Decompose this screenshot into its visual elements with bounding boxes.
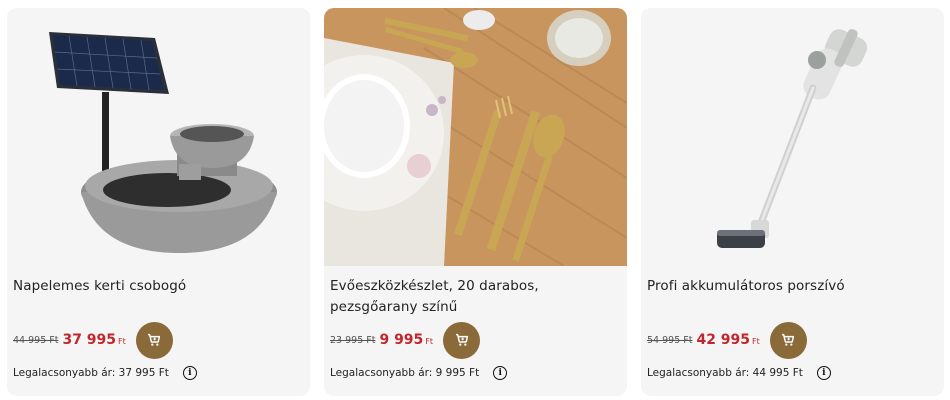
product-title[interactable]: Profi akkumulátoros porszívó — [647, 276, 937, 297]
cart-icon — [455, 333, 468, 346]
lowest-price-text: Legalacsonyabb ár: 9 995 Ft — [330, 367, 480, 379]
currency: Ft — [118, 337, 126, 346]
product-card[interactable]: Evőeszközkészlet, 20 darabos, pezsgőaran… — [324, 8, 627, 396]
sale-price-value: 42 995 — [696, 332, 751, 348]
cutlery-set-image — [324, 8, 627, 266]
sale-price: 42 995 Ft — [696, 332, 759, 348]
info-icon[interactable]: i — [816, 366, 831, 380]
old-price: 23 995 Ft — [330, 334, 376, 346]
price-row: 54 995 Ft 42 995 Ft — [647, 321, 807, 359]
lowest-price-note: Legalacsonyabb ár: 37 995 Ft i — [13, 366, 197, 380]
product-image[interactable] — [641, 8, 944, 266]
currency: Ft — [752, 337, 760, 346]
info-icon[interactable]: i — [182, 366, 197, 380]
info-icon[interactable]: i — [493, 366, 508, 380]
lowest-price-text: Legalacsonyabb ár: 37 995 Ft — [13, 367, 169, 379]
product-image[interactable] — [7, 8, 310, 266]
product-title[interactable]: Evőeszközkészlet, 20 darabos, pezsgőaran… — [330, 276, 620, 318]
product-image[interactable] — [324, 8, 627, 266]
lowest-price-note: Legalacsonyabb ár: 44 995 Ft i — [647, 366, 831, 380]
sale-price: 9 995 Ft — [379, 332, 433, 348]
old-price: 44 995 Ft — [13, 334, 59, 346]
cart-icon — [148, 333, 161, 346]
stick-vacuum-image — [641, 8, 944, 266]
lowest-price-text: Legalacsonyabb ár: 44 995 Ft — [647, 367, 803, 379]
product-card[interactable]: Napelemes kerti csobogó 44 995 Ft 37 995… — [7, 8, 310, 396]
product-card[interactable]: Profi akkumulátoros porszívó 54 995 Ft 4… — [641, 8, 944, 396]
solar-fountain-image — [7, 8, 310, 266]
add-to-cart-button[interactable] — [443, 321, 481, 359]
lowest-price-note: Legalacsonyabb ár: 9 995 Ft i — [330, 366, 508, 380]
price-row: 44 995 Ft 37 995 Ft — [13, 321, 173, 359]
price-row: 23 995 Ft 9 995 Ft — [330, 321, 481, 359]
add-to-cart-button[interactable] — [769, 321, 807, 359]
currency: Ft — [425, 337, 434, 346]
sale-price: 37 995 Ft — [62, 332, 125, 348]
add-to-cart-button[interactable] — [135, 321, 173, 359]
old-price: 54 995 Ft — [647, 334, 693, 346]
sale-price-value: 37 995 — [62, 332, 117, 348]
product-title[interactable]: Napelemes kerti csobogó — [13, 276, 303, 297]
cart-icon — [782, 333, 795, 346]
sale-price-value: 9 995 — [379, 332, 424, 348]
